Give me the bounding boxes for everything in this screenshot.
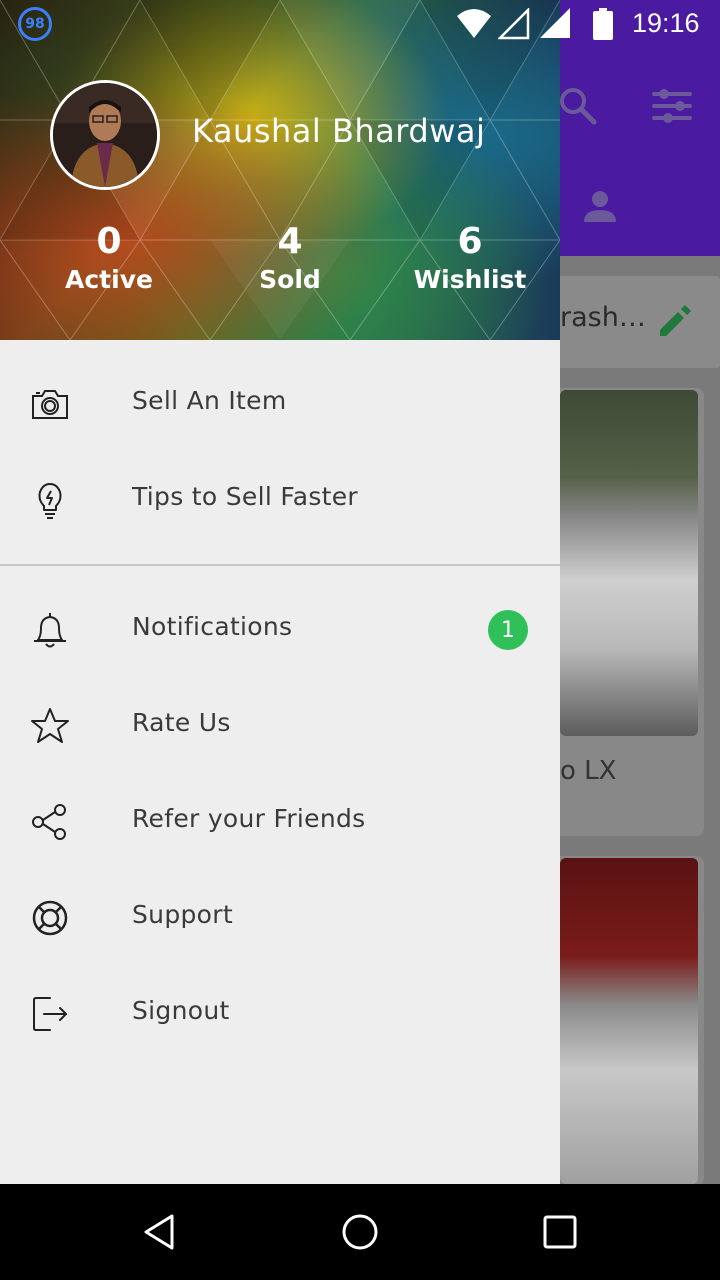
menu-item-sell-an-item[interactable]: Sell An Item bbox=[0, 356, 560, 452]
lifebuoy-icon bbox=[32, 900, 68, 936]
filter-icon[interactable] bbox=[648, 84, 696, 128]
menu-label: Refer your Friends bbox=[132, 804, 366, 833]
location-text: rash… bbox=[560, 302, 646, 333]
listing-title: o LX bbox=[560, 756, 617, 786]
stat-value: 0 bbox=[96, 221, 122, 262]
stat-value: 6 bbox=[457, 221, 483, 262]
menu-item-tips-to-sell-faster[interactable]: Tips to Sell Faster bbox=[0, 452, 560, 548]
navigation-drawer: Kaushal Bhardwaj 0 Active 4 Sold 6 Wishl… bbox=[0, 0, 560, 1184]
listing-photo bbox=[560, 390, 698, 736]
menu-item-support[interactable]: Support bbox=[0, 870, 560, 966]
menu-item-notifications[interactable]: Notifications bbox=[0, 582, 560, 678]
system-nav-bar bbox=[0, 1184, 720, 1280]
stat-label: Wishlist bbox=[413, 265, 527, 294]
signout-icon bbox=[33, 997, 67, 1031]
edit-icon[interactable] bbox=[654, 300, 694, 340]
home-icon[interactable] bbox=[340, 1212, 380, 1252]
menu-label: Notifications bbox=[132, 612, 293, 641]
menu-divider bbox=[0, 564, 560, 566]
menu-item-refer-your-friends[interactable]: Refer your Friends bbox=[0, 774, 560, 870]
status-bar: 98 19:16 bbox=[0, 0, 720, 48]
avatar[interactable] bbox=[50, 80, 160, 190]
menu-item-rate-us[interactable]: Rate Us bbox=[0, 678, 560, 774]
user-name[interactable]: Kaushal Bhardwaj bbox=[192, 112, 485, 150]
avatar-photo bbox=[53, 83, 157, 187]
stat-active[interactable]: 0 Active bbox=[29, 222, 189, 298]
menu-label: Tips to Sell Faster bbox=[132, 482, 359, 511]
person-icon[interactable] bbox=[580, 186, 620, 226]
notification-badge: 1 bbox=[488, 610, 528, 650]
menu-label: Rate Us bbox=[132, 708, 231, 737]
back-icon[interactable] bbox=[140, 1212, 180, 1252]
wifi-icon bbox=[457, 9, 491, 38]
star-icon bbox=[31, 708, 69, 743]
stat-label: Sold bbox=[259, 265, 321, 294]
notification-count-badge: 98 bbox=[18, 7, 52, 41]
stat-sold[interactable]: 4 Sold bbox=[210, 222, 370, 298]
battery-icon bbox=[593, 8, 613, 40]
recents-icon[interactable] bbox=[540, 1212, 580, 1252]
signal-empty-icon bbox=[498, 8, 530, 40]
clock: 19:16 bbox=[632, 8, 700, 38]
stat-label: Active bbox=[65, 265, 153, 294]
menu-label: Support bbox=[132, 900, 233, 929]
signal-icon bbox=[540, 8, 570, 38]
share-icon bbox=[32, 804, 66, 840]
lightbulb-icon bbox=[38, 483, 62, 519]
menu-label: Sell An Item bbox=[132, 386, 287, 415]
menu-item-signout[interactable]: Signout bbox=[0, 966, 560, 1062]
search-icon[interactable] bbox=[556, 84, 600, 128]
drawer-header: Kaushal Bhardwaj 0 Active 4 Sold 6 Wishl… bbox=[0, 0, 560, 340]
camera-icon bbox=[32, 390, 68, 419]
menu-label: Signout bbox=[132, 996, 230, 1025]
bell-icon bbox=[34, 613, 66, 648]
stat-value: 4 bbox=[277, 221, 303, 262]
listing-photo bbox=[560, 858, 698, 1184]
stat-wishlist[interactable]: 6 Wishlist bbox=[390, 222, 550, 298]
